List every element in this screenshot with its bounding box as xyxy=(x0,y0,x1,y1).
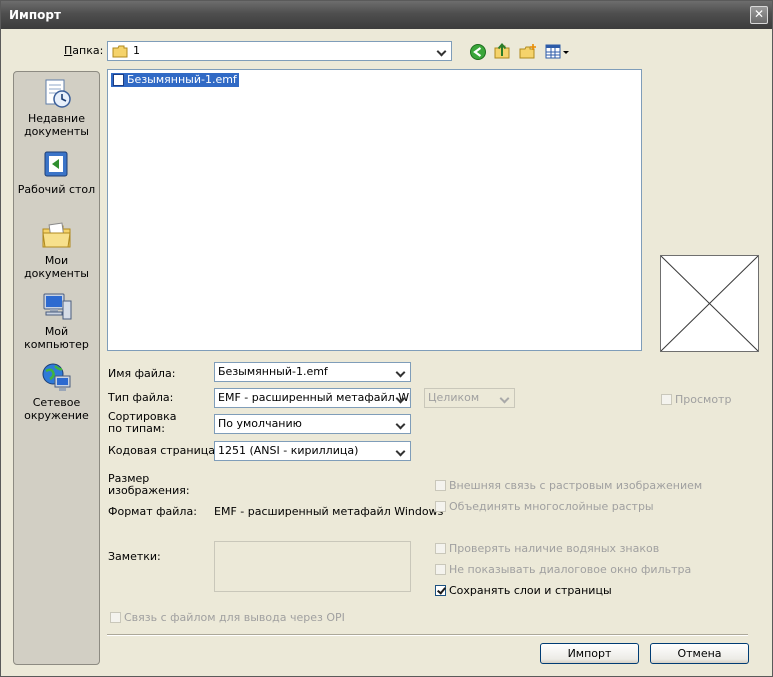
folder-value: 1 xyxy=(133,44,140,57)
crop-select[interactable]: Целиком xyxy=(424,388,515,408)
filename-combo[interactable]: Безымянный-1.emf xyxy=(214,362,411,382)
title-bar[interactable]: Импорт ✕ xyxy=(1,1,772,29)
place-label: Сетевое окружение xyxy=(24,396,89,422)
chevron-down-icon[interactable] xyxy=(393,390,409,406)
opi-link-label: Связь с файлом для вывода через OPI xyxy=(124,611,345,624)
keep-layers-pages-label: Сохранять слои и страницы xyxy=(449,584,612,597)
chevron-down-icon[interactable] xyxy=(393,443,409,459)
desktop-icon xyxy=(44,151,67,177)
chevron-down-icon[interactable] xyxy=(393,364,409,380)
sort-label-line2: по типам: xyxy=(108,422,165,435)
my-documents-icon xyxy=(41,222,71,248)
file-format-label: Формат файла: xyxy=(108,505,197,518)
dialog-body: Папка: 1 Недавние документы Рабочий стол… xyxy=(1,29,772,676)
my-computer-icon xyxy=(43,293,71,320)
folder-combo[interactable]: 1 xyxy=(107,41,452,61)
combine-layers-label: Объединять многослойные растры xyxy=(449,500,654,513)
file-format-value: EMF - расширенный метафайл Windows xyxy=(214,505,444,518)
place-label: Недавние документы xyxy=(24,112,89,138)
place-network[interactable]: Сетевое окружение xyxy=(14,362,99,422)
external-link-label: Внешняя связь с растровым изображением xyxy=(449,479,703,492)
recent-documents-icon xyxy=(45,79,71,108)
place-recent-documents[interactable]: Недавние документы xyxy=(14,78,99,138)
notes-field[interactable] xyxy=(214,541,411,592)
codepage-value: 1251 (ANSI - кириллица) xyxy=(218,444,359,457)
hide-filter-dialog-label: Не показывать диалоговое окно фильтра xyxy=(449,563,692,576)
place-my-computer[interactable]: Мой компьютер xyxy=(14,291,99,351)
keep-layers-pages-checkbox[interactable] xyxy=(435,585,446,596)
window-title: Импорт xyxy=(9,8,61,22)
place-label: Мой компьютер xyxy=(24,325,89,351)
folder-label-rest: апка: xyxy=(72,44,104,57)
filetype-label: Тип файла: xyxy=(108,391,174,404)
preview-checkbox[interactable] xyxy=(661,394,672,405)
emf-file-icon xyxy=(113,74,124,86)
external-link-checkbox[interactable] xyxy=(435,480,446,491)
place-desktop[interactable]: Рабочий стол xyxy=(14,149,99,196)
network-icon xyxy=(42,363,70,391)
codepage-select[interactable]: 1251 (ANSI - кириллица) xyxy=(214,441,411,461)
import-dialog: Импорт ✕ Папка: 1 Недавние документы Раб… xyxy=(0,0,773,677)
folder-label: Папка: xyxy=(64,44,104,57)
no-preview-cross-icon xyxy=(660,255,759,352)
cancel-button[interactable]: Отмена xyxy=(650,643,749,664)
filetype-value: EMF - расширенный метафайл Windows xyxy=(218,391,410,404)
codepage-label: Кодовая страница: xyxy=(108,444,219,457)
file-name: Безымянный-1.emf xyxy=(127,73,237,86)
image-size-label-line2: изображения: xyxy=(108,484,190,497)
combine-layers-checkbox[interactable] xyxy=(435,501,446,512)
preview-label: Просмотр xyxy=(675,393,732,406)
opi-link-checkbox[interactable] xyxy=(110,612,121,623)
crop-value: Целиком xyxy=(428,391,480,404)
filename-label: Имя файла: xyxy=(108,367,176,380)
chevron-down-icon[interactable] xyxy=(393,416,409,432)
sort-select[interactable]: По умолчанию xyxy=(214,414,411,434)
chevron-down-icon[interactable] xyxy=(497,390,513,406)
filename-value: Безымянный-1.emf xyxy=(218,365,328,378)
place-label: Мои документы xyxy=(24,254,89,280)
file-list-item[interactable]: Безымянный-1.emf xyxy=(111,73,239,87)
folder-icon xyxy=(112,45,128,58)
close-icon[interactable]: ✕ xyxy=(750,6,768,24)
places-bar: Недавние документы Рабочий стол Мои доку… xyxy=(13,71,100,665)
view-menu-icon[interactable] xyxy=(545,44,571,60)
back-icon[interactable] xyxy=(469,43,487,61)
filetype-select[interactable]: EMF - расширенный метафайл Windows xyxy=(214,388,411,408)
place-label: Рабочий стол xyxy=(17,183,96,196)
check-watermarks-label: Проверять наличие водяных знаков xyxy=(449,542,660,555)
hide-filter-dialog-checkbox[interactable] xyxy=(435,564,446,575)
check-watermarks-checkbox[interactable] xyxy=(435,543,446,554)
file-list[interactable]: Безымянный-1.emf xyxy=(107,69,642,351)
notes-label: Заметки: xyxy=(108,550,161,563)
divider xyxy=(107,634,748,636)
chevron-down-icon[interactable] xyxy=(434,43,450,59)
preview-thumbnail xyxy=(660,255,759,352)
import-button[interactable]: Импорт xyxy=(540,643,639,664)
place-my-documents[interactable]: Мои документы xyxy=(14,220,99,280)
sort-value: По умолчанию xyxy=(218,417,302,430)
new-folder-icon[interactable] xyxy=(519,43,537,61)
up-folder-icon[interactable] xyxy=(493,42,511,60)
